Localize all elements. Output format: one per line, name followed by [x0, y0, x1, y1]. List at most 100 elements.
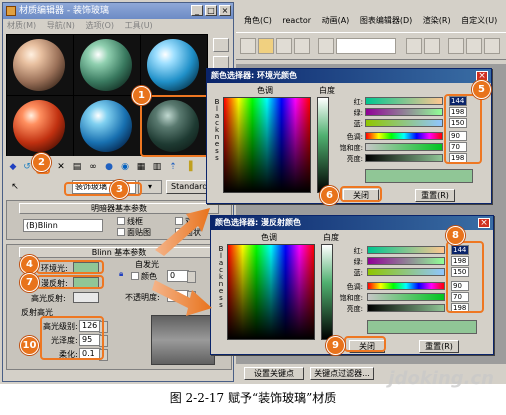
percent-snap-icon[interactable]	[276, 38, 292, 54]
sample-sphere	[13, 100, 65, 152]
main-toolbar	[236, 32, 506, 60]
material-editor-menu: 材质(M) 导航(N) 选项(O) 工具(U)	[3, 19, 233, 32]
ambient-blue-label: 蓝:	[353, 120, 363, 128]
ambient-value-slider[interactable]	[365, 154, 443, 162]
set-key-button[interactable]: 设置关键点	[244, 367, 304, 380]
material-editor-icon[interactable]	[466, 38, 482, 54]
ambient-hue-slider[interactable]	[365, 132, 443, 140]
callout-badge: 6	[320, 186, 339, 205]
ambient-blackness-label: Blackness	[214, 98, 220, 162]
ambient-whiteness-bar[interactable]	[317, 97, 329, 193]
facemap-label: 面贴图	[127, 228, 151, 237]
menu-customize[interactable]: 自定义(U)	[461, 16, 497, 25]
ambient-highlight	[36, 260, 104, 274]
sample-slot[interactable]	[7, 96, 73, 156]
ambient-close-highlight	[340, 186, 382, 202]
named-selection-field[interactable]	[336, 38, 396, 54]
sample-type-icon[interactable]	[213, 38, 229, 52]
ambient-red-slider[interactable]	[365, 97, 443, 105]
ambient-sat-slider[interactable]	[365, 143, 443, 151]
callout-badge: 10	[20, 336, 39, 355]
reset-map-icon[interactable]: ✕	[54, 160, 68, 174]
show-map-icon[interactable]: ▦	[134, 160, 148, 174]
angle-snap-icon[interactable]	[258, 38, 274, 54]
make-unique-icon[interactable]: ∞	[86, 160, 100, 174]
callout-badge: 2	[32, 153, 51, 172]
pointer-arrows	[152, 208, 212, 316]
menu-navigation[interactable]: 导航(N)	[47, 21, 75, 30]
menu-utilities[interactable]: 工具(U)	[125, 21, 153, 30]
ambient-blue-slider[interactable]	[365, 119, 443, 127]
ambient-values-highlight	[444, 94, 482, 164]
diffuse-dialog-close-icon[interactable]: ×	[478, 218, 490, 228]
ambient-hue-label: 色调	[257, 86, 273, 95]
close-icon[interactable]: ×	[219, 5, 231, 16]
ambient-green-label: 绿:	[353, 109, 363, 117]
ambient-hue-picker[interactable]	[223, 97, 311, 193]
diffuse-red-slider[interactable]	[367, 246, 445, 254]
figure-caption: 图 2-2-17 赋予“装饰玻璃”材质	[169, 391, 337, 405]
copy-material-icon[interactable]: ▤	[70, 160, 84, 174]
diffuse-value-label: 亮度:	[346, 305, 363, 313]
specular-color-swatch[interactable]	[73, 292, 99, 303]
sample-sphere	[80, 39, 132, 91]
ambient-white-label: 白度	[319, 86, 335, 95]
menu-material[interactable]: 材质(M)	[7, 21, 36, 30]
snap-icon[interactable]	[240, 38, 256, 54]
menu-reactor[interactable]: reactor	[282, 16, 311, 25]
material-editor-titlebar: 材质编辑器 - 装饰玻璃 _ □ ×	[3, 3, 233, 19]
menu-rendering[interactable]: 渲染(R)	[423, 16, 451, 25]
ambient-dialog-title: 颜色选择器: 环境光颜色	[207, 69, 491, 83]
diffuse-white-label: 白度	[323, 233, 339, 242]
diffuse-green-slider[interactable]	[367, 257, 445, 265]
ambient-value-label: 亮度:	[346, 155, 363, 163]
lock-icon[interactable]: 🔒︎	[119, 269, 123, 279]
named-sel-icon[interactable]	[318, 38, 334, 54]
align-icon[interactable]	[424, 38, 440, 54]
diffuse-whiteness-bar[interactable]	[321, 244, 333, 340]
diffuse-hue-slider[interactable]	[367, 282, 445, 290]
menu-character[interactable]: 角色(C)	[244, 16, 272, 25]
spinner-snap-icon[interactable]	[294, 38, 310, 54]
put-to-library-icon[interactable]: ●	[102, 160, 116, 174]
show-end-result-icon[interactable]: ▥	[150, 160, 164, 174]
go-sibling-icon[interactable]: ▐	[182, 160, 196, 174]
menu-options[interactable]: 选项(O)	[85, 21, 114, 30]
facemap-checkbox[interactable]	[117, 228, 125, 236]
render-icon[interactable]	[484, 38, 500, 54]
diffuse-sat-slider[interactable]	[367, 293, 445, 301]
mirror-icon[interactable]	[406, 38, 422, 54]
diffuse-values-highlight	[446, 241, 484, 313]
material-editor-title: 材质编辑器 - 装饰玻璃	[19, 6, 109, 16]
shader-type-dropdown[interactable]: (B)Blinn	[23, 219, 103, 232]
ambient-color-preview	[365, 169, 473, 183]
diffuse-reset-button[interactable]: 重置(R)	[419, 340, 459, 353]
ambient-reset-button[interactable]: 重置(R)	[415, 189, 455, 202]
sample-sphere	[80, 100, 132, 152]
sample-slot[interactable]	[7, 35, 73, 95]
go-parent-icon[interactable]: ⇡	[166, 160, 180, 174]
sample-slot[interactable]	[74, 35, 140, 95]
pick-material-icon[interactable]: ↖	[8, 180, 22, 194]
key-filters-button[interactable]: 关键点过滤器...	[310, 367, 374, 380]
diffuse-blue-slider[interactable]	[367, 268, 445, 276]
highlight-curve-graph	[151, 315, 215, 365]
diffuse-color-preview	[367, 320, 477, 334]
wire-checkbox[interactable]	[117, 217, 125, 225]
maximize-icon[interactable]: □	[205, 5, 217, 16]
specular-label: 高光反射:	[31, 294, 66, 303]
material-id-icon[interactable]: ◉	[118, 160, 132, 174]
menu-animation[interactable]: 动画(A)	[322, 16, 350, 25]
diffuse-value-slider[interactable]	[367, 304, 445, 312]
self-illum-color-checkbox[interactable]	[131, 272, 139, 280]
sample-slot[interactable]	[74, 96, 140, 156]
ambient-green-slider[interactable]	[365, 108, 443, 116]
layer-icon[interactable]	[448, 38, 464, 54]
menu-graph-editors[interactable]: 图表编辑器(D)	[360, 16, 412, 25]
diffuse-hue-picker[interactable]	[227, 244, 315, 340]
diffuse-sat-label: 饱和度:	[339, 294, 363, 302]
callout-badge: 8	[446, 226, 465, 245]
minimize-icon[interactable]: _	[191, 5, 203, 16]
get-material-icon[interactable]: ◆	[6, 160, 20, 174]
sample-slot[interactable]	[141, 35, 207, 95]
